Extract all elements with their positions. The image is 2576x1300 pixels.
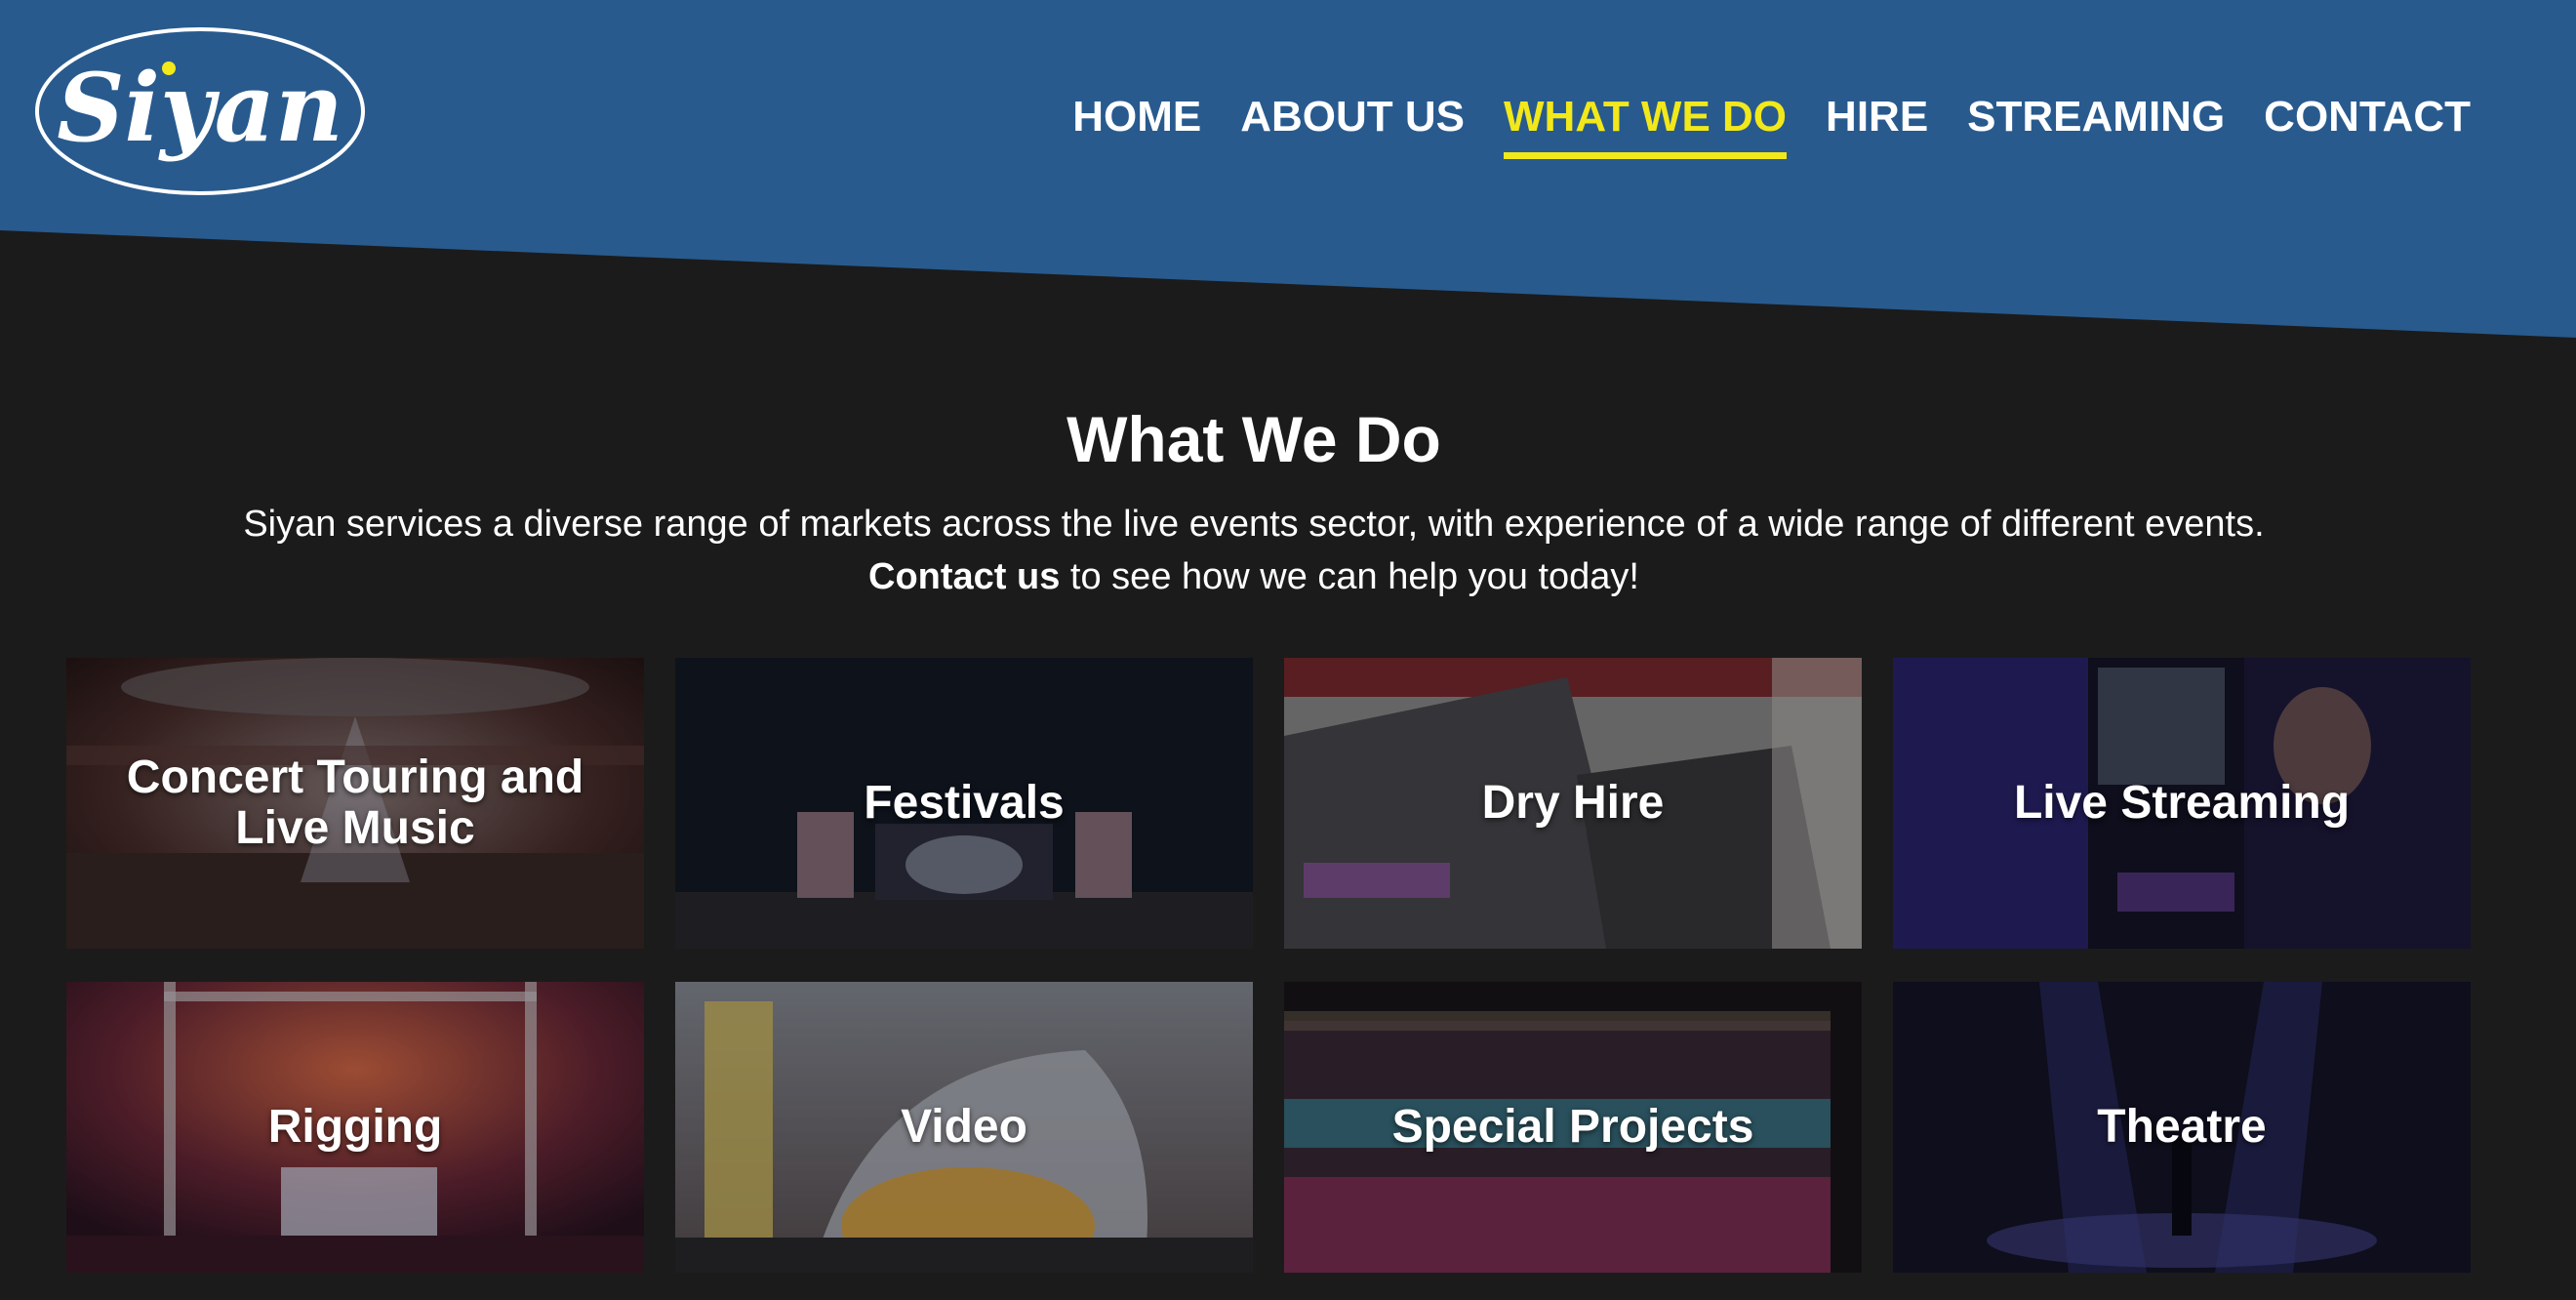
logo-yellow-dot <box>162 61 176 75</box>
tile-label: Festivals <box>864 777 1065 829</box>
tile-video[interactable]: Video <box>675 982 1253 1273</box>
tile-label: Special Projects <box>1391 1101 1754 1153</box>
tile-rigging[interactable]: Rigging <box>66 982 644 1273</box>
nav-streaming[interactable]: STREAMING <box>1967 90 2225 152</box>
siyan-logo[interactable]: Siyan <box>33 25 367 197</box>
tile-festivals[interactable]: Festivals <box>675 658 1253 949</box>
services-grid: Concert Touring and Live Music Festivals… <box>66 658 2473 1273</box>
tile-concert-touring[interactable]: Concert Touring and Live Music <box>66 658 644 949</box>
nav-what-we-do[interactable]: WHAT WE DO <box>1504 90 1788 159</box>
nav-about-us[interactable]: ABOUT US <box>1240 90 1465 152</box>
tile-dry-hire[interactable]: Dry Hire <box>1284 658 1862 949</box>
tile-label: Theatre <box>2097 1101 2267 1153</box>
intro-line-2-rest: to see how we can help you today! <box>1060 556 1639 597</box>
contact-us-link[interactable]: Contact us <box>868 556 1060 597</box>
header-background <box>0 0 2576 338</box>
nav-contact[interactable]: CONTACT <box>2264 90 2471 152</box>
intro-line-2: Contact us to see how we can help you to… <box>0 550 2508 603</box>
tile-label: Rigging <box>267 1101 443 1153</box>
tile-label: Live Streaming <box>2013 777 2351 829</box>
intro-text: Siyan services a diverse range of market… <box>0 498 2508 603</box>
tile-label: Dry Hire <box>1481 777 1665 829</box>
main-navigation: HOME ABOUT US WHAT WE DO HIRE STREAMING … <box>1033 90 2471 159</box>
tile-theatre[interactable]: Theatre <box>1893 982 2471 1273</box>
page-title: What We Do <box>1067 403 1441 475</box>
tile-label: Concert Touring and Live Music <box>126 752 584 854</box>
tile-special-projects[interactable]: Special Projects <box>1284 982 1862 1273</box>
nav-home[interactable]: HOME <box>1072 90 1201 152</box>
logo-wordmark: Siyan <box>57 53 343 163</box>
tile-label: Video <box>901 1101 1027 1153</box>
intro-line-1: Siyan services a diverse range of market… <box>243 504 2265 545</box>
nav-hire[interactable]: HIRE <box>1826 90 1928 152</box>
tile-live-streaming[interactable]: Live Streaming <box>1893 658 2471 949</box>
